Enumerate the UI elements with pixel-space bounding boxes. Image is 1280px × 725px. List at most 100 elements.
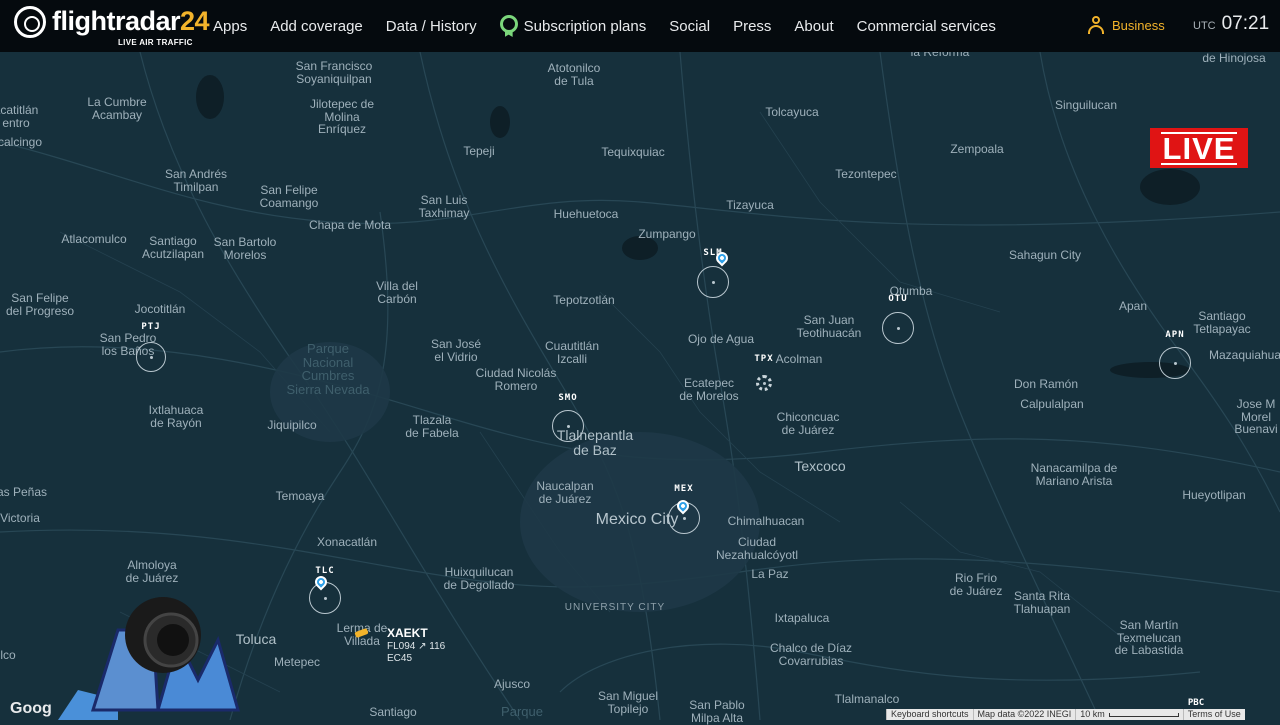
nav-commercial-services[interactable]: Commercial services [857, 18, 996, 35]
place-label: San Juan Teotihuacán [796, 313, 862, 340]
airport-marker[interactable] [552, 410, 584, 442]
utc-clock: UTC 07:21 [1193, 13, 1269, 35]
place-label: San Felipe del Progreso [5, 291, 75, 318]
place-label: acatitlán entro [0, 103, 39, 130]
place-label: Atotonilco de Tula [547, 61, 601, 88]
place-label: Tolcayuca [765, 105, 819, 119]
place-label: Victoria [0, 511, 40, 525]
place-label: Santa Rita Tlahuapan [1013, 589, 1071, 616]
place-label: Nanacamilpa de Mariano Arista [1030, 461, 1118, 488]
user-icon [1088, 16, 1104, 34]
airport-marker[interactable] [136, 342, 166, 372]
nav-subscription-plans[interactable]: Subscription plans [499, 15, 646, 35]
place-label: Chalco de Díaz Covarrubias [769, 641, 853, 668]
channel-mascot-logo [58, 597, 240, 720]
airport-marker[interactable] [1159, 347, 1191, 379]
place-label: San Francisco Soyaniquilpan [295, 59, 373, 86]
keyboard-shortcuts-link[interactable]: Keyboard shortcuts [886, 709, 973, 720]
nav-about[interactable]: About [794, 18, 833, 35]
scale-label: 10 km [1080, 709, 1105, 719]
place-label: Metepec [273, 655, 321, 669]
place-label: Naucalpan de Juárez [536, 479, 594, 506]
place-label: Chimalhuacan [727, 514, 805, 528]
place-label: Cuautitlán Izcalli [544, 339, 600, 366]
place-label: UNIVERSITY CITY [564, 602, 666, 613]
airport-marker[interactable] [882, 312, 914, 344]
place-label: Hueyotlipan [1182, 488, 1246, 502]
airport-code: APN [1165, 330, 1185, 340]
place-label: San Luis Taxhimay [418, 193, 470, 220]
place-label: Huehuetoca [553, 207, 619, 221]
place-label: Tlazala de Fabela [405, 413, 459, 440]
airport-code: OTU [888, 294, 908, 304]
business-label: Business [1112, 17, 1165, 33]
airport-marker[interactable] [756, 375, 772, 391]
airport-marker[interactable] [697, 266, 729, 298]
place-label: Tequixquiac [601, 145, 665, 159]
award-badge-icon [499, 15, 518, 33]
terms-of-use-link[interactable]: Terms of Use [1182, 709, 1245, 720]
place-label: Parque [501, 704, 543, 719]
place-label: Ixtapaluca [774, 611, 830, 625]
place-label: San Miguel Topilejo [597, 689, 659, 716]
place-label: La Paz [751, 567, 789, 581]
place-label: Zempoala [950, 142, 1004, 156]
airport-code: TPX [754, 354, 774, 364]
place-label: La Cumbre Acambay [87, 95, 147, 122]
place-label: Singuilucan [1054, 98, 1118, 112]
place-label: Tepotzotlán [553, 293, 615, 307]
flight-level-speed: FL094 ↗ 116 [387, 641, 446, 652]
place-label: Jiquipilco [267, 418, 317, 432]
place-label: Huixquilucan de Degollado [443, 565, 515, 592]
nav-add-coverage[interactable]: Add coverage [270, 18, 363, 35]
nav-apps[interactable]: Apps [213, 18, 247, 35]
place-label: Temoaya [275, 489, 325, 503]
place-label: calcingo [0, 135, 43, 149]
map-data-link[interactable]: Map data ©2022 INEGI [972, 709, 1076, 720]
place-label: San José el Vidrio [430, 337, 482, 364]
place-label: de Hinojosa [1202, 51, 1266, 65]
place-label: Sahagun City [1008, 248, 1082, 262]
main-menu: Apps Add coverage Data / History Subscri… [213, 0, 996, 52]
place-label: lco [0, 648, 16, 662]
place-label: Xonacatlán [316, 535, 378, 549]
scale-bar [1108, 712, 1179, 717]
place-label: Tlalmanalco [834, 692, 900, 706]
place-label: Parque Nacional Cumbres Sierra Nevada [286, 341, 370, 397]
flight-aircraft-type: EC45 [387, 653, 413, 664]
map-scale[interactable]: 10 km [1075, 709, 1183, 720]
business-account-button[interactable]: Business [1088, 16, 1165, 34]
place-label: Santiago Tetlapayac [1193, 309, 1251, 336]
airport-code: PTJ [141, 322, 161, 332]
logo-tagline: LIVE AIR TRAFFIC [118, 38, 193, 47]
place-label: Acolman [775, 352, 823, 366]
airport-marker[interactable] [309, 582, 341, 614]
top-navigation-bar: flightradar24 LIVE AIR TRAFFIC Apps Add … [0, 0, 1280, 52]
place-label: San Martín Texmelucan de Labastida [1114, 618, 1184, 658]
place-label: Almoloya de Juárez [125, 558, 179, 585]
nav-data-history[interactable]: Data / History [386, 18, 477, 35]
radar-logo-icon [14, 6, 46, 38]
timezone-label: UTC [1193, 20, 1216, 32]
airport-code-pbc: PBC [1187, 698, 1205, 708]
live-label: LIVE [1160, 130, 1238, 166]
place-label: Jilotepec de Molina Enríquez [309, 97, 375, 137]
map-attribution-bar: Keyboard shortcuts Map data ©2022 INEGI … [886, 709, 1245, 720]
nav-social[interactable]: Social [669, 18, 710, 35]
nav-press[interactable]: Press [733, 18, 771, 35]
google-logo: Goog [10, 700, 52, 717]
place-label: Rio Frio de Juárez [949, 571, 1003, 598]
place-label: Zumpango [638, 227, 696, 241]
airport-code: MEX [674, 484, 694, 494]
place-label: Ajusco [493, 677, 531, 691]
place-label: as Peñas [0, 485, 48, 499]
place-label: Mazaquiahua [1208, 348, 1280, 362]
place-label: Jose M Morel Buenavi [1234, 397, 1278, 437]
place-label: Villa del Carbón [376, 279, 418, 306]
place-label: San Bartolo Morelos [213, 235, 277, 262]
place-label: Tezontepec [835, 167, 897, 181]
place-label: Ixtlahuaca de Rayón [148, 403, 204, 430]
place-label: Calpulalpan [1020, 397, 1084, 411]
place-label: San Pablo Milpa Alta [689, 698, 745, 725]
place-label: Ciudad Nezahualcóyotl [715, 535, 799, 562]
